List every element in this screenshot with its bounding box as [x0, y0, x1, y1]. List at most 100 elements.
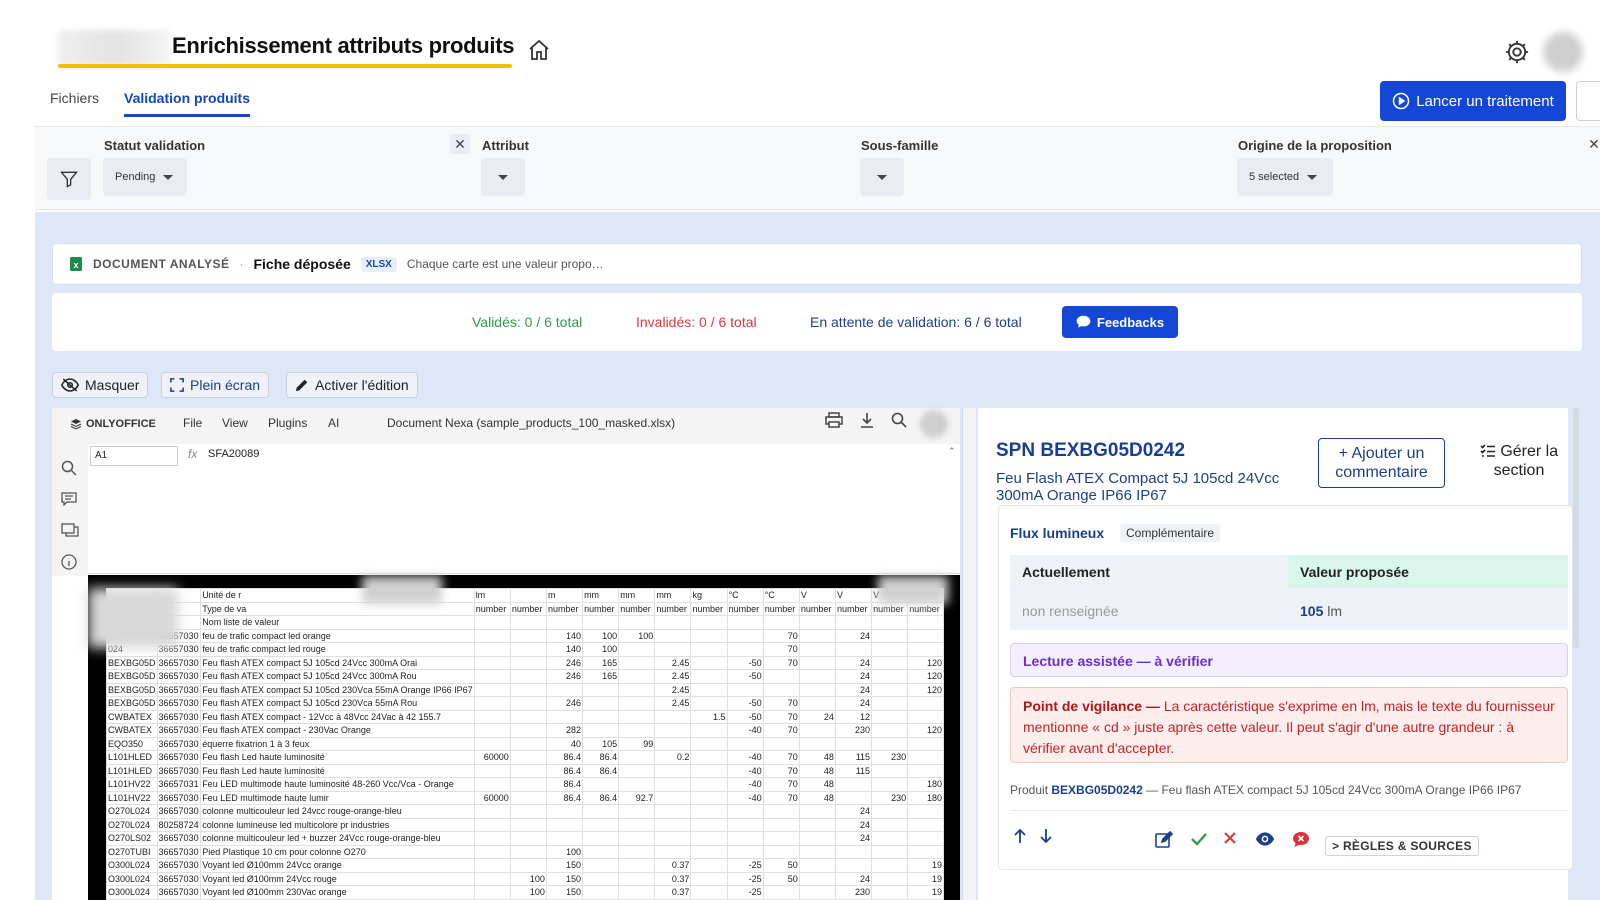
sheet-cell[interactable] [618, 885, 656, 900]
sheet-cell[interactable]: 150 [545, 885, 584, 900]
menu-view[interactable]: View [222, 416, 248, 430]
sheet-cell[interactable] [762, 736, 800, 751]
menu-ai[interactable]: AI [328, 416, 339, 430]
sheet-cell[interactable] [654, 831, 692, 846]
sheet-cell[interactable]: m [545, 588, 584, 603]
sheet-cell[interactable] [871, 858, 909, 873]
sheet-cell[interactable]: 24 [834, 871, 873, 886]
sheet-cell[interactable]: 165 [582, 669, 620, 684]
sheet-cell[interactable]: number [618, 601, 656, 616]
sheet-cell[interactable]: Feu flash Led haute luminosité [200, 750, 475, 765]
sheet-cell[interactable]: 36657030 [156, 844, 202, 859]
sheet-cell[interactable]: 50 [762, 858, 800, 873]
sheet-cell[interactable]: 70 [762, 696, 800, 711]
feedbacks-button[interactable]: Feedbacks [1062, 306, 1178, 338]
sheet-cell[interactable] [690, 777, 728, 792]
sheet-cell[interactable] [509, 831, 547, 846]
sheet-cell[interactable]: 70 [762, 763, 800, 778]
filter-statut-clear-icon[interactable]: ✕ [450, 134, 470, 154]
sheet-cell[interactable]: 100 [509, 885, 547, 900]
sheet-cell[interactable] [762, 831, 800, 846]
sheet-cell[interactable] [690, 831, 728, 846]
sheet-cell[interactable]: 0.37 [654, 858, 692, 873]
sheet-cell[interactable] [509, 750, 547, 765]
sheet-cell[interactable] [618, 682, 656, 697]
sheet-cell[interactable] [690, 804, 728, 819]
sheet-cell[interactable] [545, 682, 584, 697]
sheet-cell[interactable] [545, 615, 584, 630]
sheet-cell[interactable]: 24 [834, 831, 873, 846]
sheet-cell[interactable] [690, 844, 728, 859]
sheet-cell[interactable] [907, 763, 944, 778]
sheet-cell[interactable]: Type de va [200, 601, 475, 616]
sheet-cell[interactable] [473, 723, 511, 738]
sheet-cell[interactable] [726, 844, 764, 859]
sheet-cell[interactable]: colonne lumineuse led multicolore pr ind… [200, 817, 475, 832]
sheet-cell[interactable]: number [690, 601, 728, 616]
sheet-cell[interactable] [762, 615, 800, 630]
sheet-cell[interactable] [690, 763, 728, 778]
sheet-cell[interactable] [582, 885, 620, 900]
sheet-cell[interactable] [834, 642, 873, 657]
sheet-cell[interactable] [871, 682, 909, 697]
sheet-cell[interactable]: -40 [726, 790, 764, 805]
sheet-cell[interactable] [473, 763, 511, 778]
sheet-cell[interactable]: Feu flash ATEX compact 5J 105cd 230Vca 5… [200, 696, 475, 711]
comment-alert-icon[interactable] [1292, 831, 1310, 853]
cell-reference-input[interactable]: A1 [90, 446, 178, 466]
sheet-cell[interactable] [618, 777, 656, 792]
formula-collapse-icon[interactable]: ⌃ [948, 446, 956, 457]
sheet-cell[interactable] [582, 844, 620, 859]
sheet-cell[interactable] [654, 723, 692, 738]
sheet-cell[interactable] [798, 642, 836, 657]
sheet-cell[interactable]: number [834, 601, 873, 616]
sheet-cell[interactable] [473, 804, 511, 819]
sheet-cell[interactable]: 140 [545, 628, 584, 643]
sheet-cell[interactable]: Feu flash ATEX compact 5J 105cd 24Vcc 30… [200, 669, 475, 684]
sheet-cell[interactable]: lm [473, 588, 511, 603]
sheet-cell[interactable]: 140 [545, 642, 584, 657]
sheet-cell[interactable]: 86.4 [545, 750, 584, 765]
sheet-cell[interactable]: number [762, 601, 800, 616]
sheet-cell[interactable] [798, 696, 836, 711]
sheet-cell[interactable]: 48 [798, 777, 836, 792]
sheet-cell[interactable]: -50 [726, 655, 764, 670]
user-avatar[interactable] [1543, 32, 1583, 72]
filter-attribut-select[interactable] [481, 158, 525, 196]
sheet-cell[interactable] [871, 885, 909, 900]
sheet-cell[interactable] [798, 871, 836, 886]
sheet-cell[interactable]: 80258724 [156, 817, 202, 832]
sheet-cell[interactable]: 230 [834, 885, 873, 900]
sheet-cell[interactable]: Pied Plastique 10 cm pour colonne O270 [200, 844, 475, 859]
sheet-cell[interactable]: -50 [726, 696, 764, 711]
sheet-cell[interactable] [690, 628, 728, 643]
sheet-cell[interactable]: °C [726, 588, 764, 603]
sheet-cell[interactable] [762, 817, 800, 832]
sheet-cell[interactable]: 24 [834, 655, 873, 670]
sheet-cell[interactable]: 36657030 [156, 790, 202, 805]
sheet-cell[interactable] [509, 669, 547, 684]
sheet-cell[interactable]: O300L024 [106, 871, 158, 886]
sheet-cell[interactable]: 100 [509, 871, 547, 886]
sheet-cell[interactable]: O270L024 [106, 804, 158, 819]
sheet-cell[interactable] [618, 844, 656, 859]
rules-sources-button[interactable]: > RÈGLES & SOURCES [1325, 836, 1479, 856]
sheet-cell[interactable] [762, 682, 800, 697]
sheet-cell[interactable] [582, 804, 620, 819]
sheet-cell[interactable] [907, 736, 944, 751]
accept-check-icon[interactable] [1190, 831, 1208, 852]
sheet-cell[interactable] [907, 628, 944, 643]
sheet-cell[interactable] [907, 804, 944, 819]
fullscreen-button[interactable]: Plein écran [161, 372, 270, 398]
sheet-cell[interactable]: 115 [834, 763, 873, 778]
sheet-cell[interactable]: 165 [582, 655, 620, 670]
menu-plugins[interactable]: Plugins [268, 416, 307, 430]
sheet-cell[interactable] [509, 628, 547, 643]
sheet-cell[interactable] [907, 696, 944, 711]
sheet-cell[interactable] [871, 709, 909, 724]
sheet-cell[interactable]: CWBATEX [106, 709, 158, 724]
sheet-cell[interactable] [473, 642, 511, 657]
sheet-cell[interactable] [473, 615, 511, 630]
sheet-cell[interactable] [618, 723, 656, 738]
sheet-cell[interactable] [473, 777, 511, 792]
